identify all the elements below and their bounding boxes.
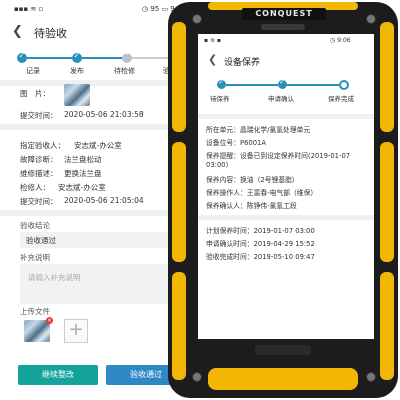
- remove-file-icon[interactable]: ×: [46, 317, 53, 324]
- step-done-icon: [278, 78, 287, 89]
- signal-icon: ▪ ≋ ▪: [204, 37, 221, 44]
- page-title: 设备保养: [224, 58, 261, 68]
- page-title: 待验收: [34, 27, 67, 40]
- hardware-nav-keys[interactable]: [255, 345, 311, 355]
- step-connector: [226, 84, 278, 86]
- section-divider: [0, 124, 190, 130]
- case-bumper: [380, 272, 394, 380]
- step-connector: [82, 57, 122, 59]
- section-divider: [0, 210, 190, 216]
- planned-time-row: 计划保养时间：2019-01-07 03:00: [206, 227, 315, 235]
- reminder-row: 保养提醒：设备已到设定保养时间(2019-01-07: [206, 152, 351, 160]
- supplement-label: 补充说明: [20, 253, 50, 262]
- complete-time-row: 验收完成时间：2019-05-10 09:47: [206, 253, 315, 261]
- step-connector: [287, 84, 339, 86]
- section-divider: [198, 114, 374, 119]
- upload-label: 上传文件: [20, 307, 50, 316]
- repair-label: 维修描述：: [20, 169, 58, 178]
- progress-steps: 记录 发布 待检修 验收: [0, 50, 190, 80]
- step-pending-icon: [122, 50, 132, 63]
- status-bar: ▪▪▪ ≋ ▫ ◷ 95 ▭ 9:05: [0, 0, 190, 18]
- chevron-left-icon[interactable]: ❮: [12, 24, 23, 39]
- operator-row: 保养操作人：王富春-电气部（维保）: [206, 189, 318, 197]
- acceptance-value: 验收通过: [26, 236, 56, 245]
- section-divider: [0, 80, 190, 86]
- case-screw: [366, 372, 376, 382]
- assignee-label: 指定验收人：: [20, 141, 65, 150]
- section-divider: [198, 215, 374, 220]
- submit-time-label: 提交时间：: [20, 197, 58, 206]
- chevron-left-icon[interactable]: ❮: [208, 53, 217, 66]
- case-bumper: [380, 22, 394, 132]
- photo-label: 图 片：: [20, 89, 50, 98]
- step-done-icon: [217, 78, 226, 89]
- step-connector: [132, 57, 172, 59]
- step-done-icon: [72, 51, 82, 63]
- step-label: 待检修: [114, 67, 135, 75]
- repairer-label: 检修人：: [20, 183, 50, 192]
- assignee-value: 安志斌-办公室: [74, 141, 122, 150]
- diagnosis-label: 故障诊断：: [20, 155, 58, 164]
- app-header: ❮ 设备保养: [198, 52, 374, 72]
- case-screw: [366, 14, 376, 24]
- step-label: 记录: [26, 67, 40, 75]
- reminder-row-cont: 03:00): [206, 161, 229, 169]
- submit-time-label: 提交时间：: [20, 111, 58, 120]
- case-bumper: [172, 142, 186, 262]
- earpiece-speaker: [261, 24, 305, 30]
- submit-time-value: 2020-05-06 21:05:04: [64, 196, 144, 205]
- device-tag-row: 设备位号：P6001A: [206, 139, 267, 147]
- case-bumper: [380, 142, 394, 262]
- case-bumper: [172, 22, 186, 132]
- content-row: 保养内容：换油（2号锂基脂）: [206, 176, 299, 184]
- acceptance-label: 验收结论: [20, 221, 50, 230]
- step-done-icon: [17, 51, 27, 63]
- case-screw: [192, 372, 202, 382]
- step-connector: [27, 57, 72, 59]
- rugged-phone: CONQUEST ▪ ≋ ▪ ◷ 9:06 ❮ 设备保养 待保养 申请确认 保养…: [168, 2, 398, 398]
- device-screen: ▪ ≋ ▪ ◷ 9:06 ❮ 设备保养 待保养 申请确认 保养完成 所在单元：晶…: [198, 34, 374, 339]
- photo-thumbnail[interactable]: [64, 84, 90, 106]
- progress-steps: 待保养 申请确认 保养完成: [198, 78, 374, 110]
- signal-icon: ▪▪▪ ≋ ▫: [14, 5, 44, 13]
- status-bar: ▪ ≋ ▪ ◷ 9:06: [198, 34, 374, 48]
- diagnosis-value: 法兰盘松动: [64, 155, 102, 164]
- brand-logo: CONQUEST: [242, 8, 326, 20]
- continue-rectify-button[interactable]: 继续整改: [18, 365, 98, 385]
- confirmer-row: 保养确认人：陈铮伟-氯氢工段: [206, 202, 297, 210]
- add-file-button[interactable]: +: [64, 319, 88, 343]
- unit-row: 所在单元：晶瑞化学/氯氢处理单元: [206, 126, 311, 134]
- case-screw: [192, 14, 202, 24]
- status-time: ◷ 9:06: [330, 37, 351, 44]
- confirm-time-row: 申请确认时间：2019-04-29 15:52: [206, 240, 315, 248]
- app-header: ❮ 待验收: [0, 20, 190, 46]
- inspection-phone: ▪▪▪ ≋ ▫ ◷ 95 ▭ 9:05 ❮ 待验收 记录 发布 待检修 验收 图…: [0, 0, 190, 400]
- step-label: 待保养: [210, 95, 230, 103]
- step-current-icon: [339, 80, 349, 90]
- submit-time-value: 2020-05-06 21:03:58: [64, 110, 144, 119]
- case-bumper: [172, 272, 186, 380]
- step-label: 申请确认: [268, 95, 294, 103]
- supplement-placeholder: 请输入补充说明: [28, 273, 81, 282]
- case-bumper: [208, 368, 358, 390]
- step-label: 发布: [70, 67, 84, 75]
- repairer-value: 安志斌-办公室: [58, 183, 106, 192]
- acceptance-select[interactable]: 验收通过 ▼: [20, 232, 180, 248]
- step-label: 保养完成: [328, 95, 354, 103]
- repair-value: 更换法兰盘: [64, 169, 102, 178]
- supplement-input[interactable]: 请输入补充说明: [20, 264, 180, 304]
